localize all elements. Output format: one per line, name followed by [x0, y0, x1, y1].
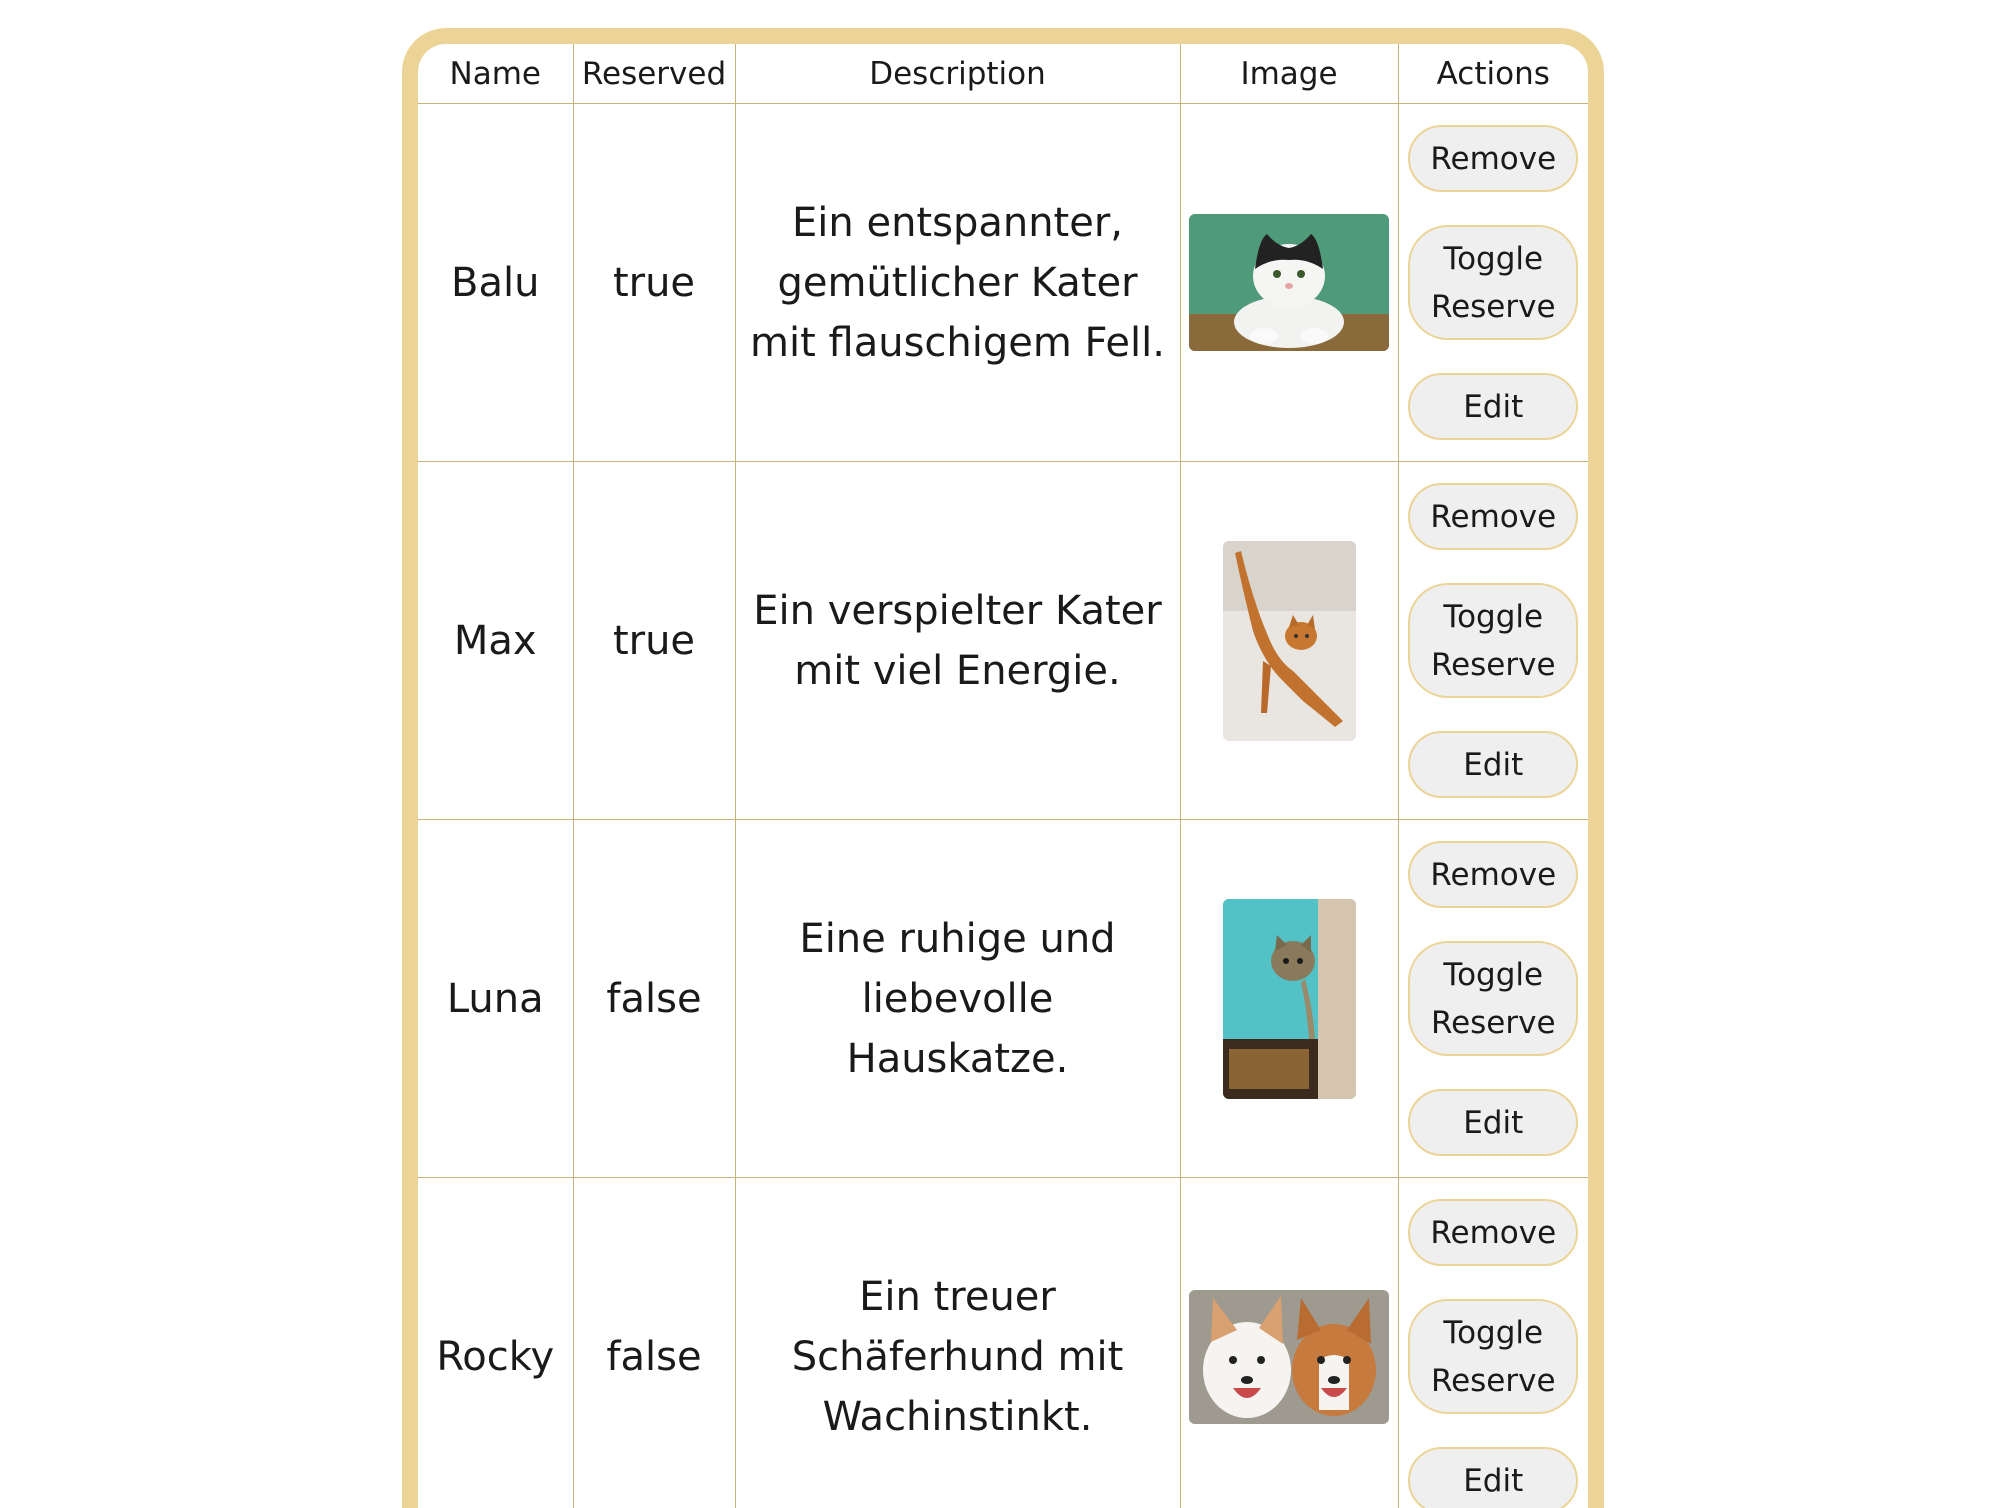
description-cell: Eine ruhige und liebevolle Hauskatze. [735, 820, 1180, 1178]
pet-name: Max [454, 618, 537, 664]
column-header-name: Name [418, 44, 573, 104]
pet-description: Eine ruhige und liebevolle Hauskatze. [736, 909, 1180, 1089]
edit-button[interactable]: Edit [1408, 731, 1578, 798]
remove-button[interactable]: Remove [1408, 125, 1578, 192]
description-cell: Ein treuer Schäferhund mit Wachinstinkt. [735, 1178, 1180, 1508]
edit-button[interactable]: Edit [1408, 373, 1578, 440]
reserved-cell: true [573, 462, 735, 820]
remove-button[interactable]: Remove [1408, 483, 1578, 550]
pet-reserved: true [613, 618, 695, 664]
name-cell: Rocky [418, 1178, 573, 1508]
toggle-reserve-button[interactable]: Toggle Reserve [1408, 941, 1578, 1056]
pet-image [1223, 541, 1356, 741]
pet-table: Name Reserved Description Image Actions … [418, 44, 1588, 1508]
pet-reserved: true [613, 260, 695, 306]
reserved-cell: false [573, 820, 735, 1178]
name-cell: Balu [418, 104, 573, 462]
pet-description: Ein entspannter, gemütlicher Kater mit f… [736, 193, 1180, 373]
actions-cell: Remove Toggle Reserve Edit [1398, 462, 1588, 820]
pet-image [1189, 1290, 1389, 1424]
toggle-reserve-button[interactable]: Toggle Reserve [1408, 225, 1578, 340]
column-header-description: Description [735, 44, 1180, 104]
edit-button[interactable]: Edit [1408, 1447, 1578, 1508]
pet-description: Ein treuer Schäferhund mit Wachinstinkt. [736, 1267, 1180, 1447]
table-header-row: Name Reserved Description Image Actions [418, 44, 1588, 104]
pet-name: Balu [451, 260, 539, 306]
table-row: Balu true Ein entspannter, gemütlicher K… [418, 104, 1588, 462]
reserved-cell: true [573, 104, 735, 462]
pet-reserved: false [606, 976, 701, 1022]
column-header-reserved: Reserved [573, 44, 735, 104]
pet-image [1189, 214, 1389, 351]
pet-table-frame: Name Reserved Description Image Actions … [402, 28, 1604, 1508]
pet-description: Ein verspielter Kater mit viel Energie. [736, 581, 1180, 701]
image-cell [1180, 1178, 1398, 1508]
pet-image [1223, 899, 1356, 1099]
table-row: Max true Ein verspielter Kater mit viel … [418, 462, 1588, 820]
toggle-reserve-button[interactable]: Toggle Reserve [1408, 583, 1578, 698]
pet-name: Rocky [436, 1334, 554, 1380]
actions-cell: Remove Toggle Reserve Edit [1398, 820, 1588, 1178]
actions-cell: Remove Toggle Reserve Edit [1398, 1178, 1588, 1508]
image-cell [1180, 104, 1398, 462]
image-cell [1180, 462, 1398, 820]
name-cell: Luna [418, 820, 573, 1178]
actions-cell: Remove Toggle Reserve Edit [1398, 104, 1588, 462]
edit-button[interactable]: Edit [1408, 1089, 1578, 1156]
toggle-reserve-button[interactable]: Toggle Reserve [1408, 1299, 1578, 1414]
description-cell: Ein entspannter, gemütlicher Kater mit f… [735, 104, 1180, 462]
pet-name: Luna [447, 976, 544, 1022]
remove-button[interactable]: Remove [1408, 1199, 1578, 1266]
name-cell: Max [418, 462, 573, 820]
table-row: Luna false Eine ruhige und liebevolle Ha… [418, 820, 1588, 1178]
table-row: Rocky false Ein treuer Schäferhund mit W… [418, 1178, 1588, 1508]
image-cell [1180, 820, 1398, 1178]
column-header-image: Image [1180, 44, 1398, 104]
column-header-actions: Actions [1398, 44, 1588, 104]
pet-reserved: false [606, 1334, 701, 1380]
description-cell: Ein verspielter Kater mit viel Energie. [735, 462, 1180, 820]
remove-button[interactable]: Remove [1408, 841, 1578, 908]
reserved-cell: false [573, 1178, 735, 1508]
